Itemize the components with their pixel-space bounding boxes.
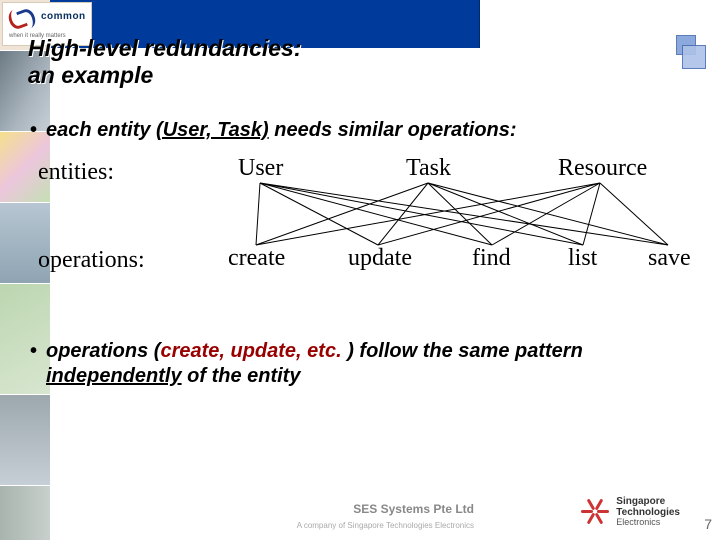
slide-title: High-level redundancies: an example — [28, 36, 302, 89]
page-number: 7 — [704, 516, 712, 532]
content-area: • each entity (User, Task) needs similar… — [30, 110, 700, 401]
decor-square-icon — [682, 45, 706, 69]
bipartite-diagram: entities: operations: User Task Resource… — [38, 155, 698, 285]
ses-sub: A company of Singapore Technologies Elec… — [297, 521, 474, 530]
bullet-dot-icon: • — [30, 339, 46, 389]
diagram-lines-icon — [38, 155, 698, 285]
footer: SES Systems Pte Ltd A company of Singapo… — [0, 480, 720, 540]
ste-mark-icon — [580, 497, 610, 527]
logo-text: common — [41, 11, 86, 22]
title-line2: an example — [28, 63, 302, 88]
ses-name: SES Systems Pte Ltd — [353, 502, 474, 516]
bullet-2: • operations (create, update, etc. ) fol… — [30, 339, 700, 389]
ste-logo: Singapore Technologies Electronics — [580, 496, 680, 528]
slide: common when it really matters High-level… — [0, 0, 720, 540]
bullet-2-text: operations (create, update, etc. ) follo… — [46, 339, 700, 389]
title-line1: High-level redundancies: — [28, 35, 302, 61]
bullet-dot-icon: • — [30, 118, 46, 143]
bullet-1: • each entity (User, Task) needs similar… — [30, 118, 700, 143]
ste-text: Singapore Technologies Electronics — [616, 496, 680, 528]
bullet-1-text: each entity (User, Task) needs similar o… — [46, 118, 517, 143]
